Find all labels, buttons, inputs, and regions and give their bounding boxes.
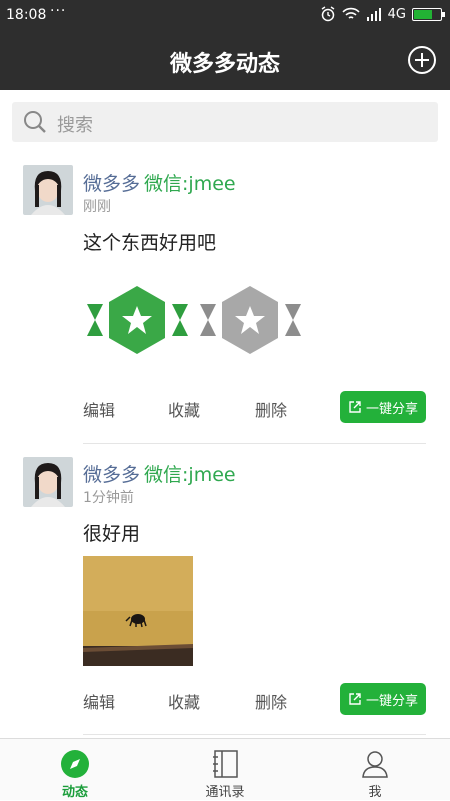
compass-icon bbox=[61, 750, 89, 778]
search-bar[interactable]: 搜索 bbox=[12, 102, 438, 142]
edit-button[interactable]: 编辑 bbox=[83, 689, 115, 713]
app-header: 微多多动态 bbox=[0, 32, 450, 90]
delete-button[interactable]: 删除 bbox=[255, 689, 287, 713]
share-button[interactable]: 一键分享 bbox=[340, 683, 426, 715]
post-image[interactable] bbox=[83, 556, 193, 666]
search-placeholder: 搜索 bbox=[57, 115, 93, 136]
post-time: 1分钟前 bbox=[83, 490, 134, 506]
search-icon bbox=[24, 111, 46, 133]
author-wechat: 微信:jmee bbox=[144, 464, 236, 486]
avatar[interactable] bbox=[23, 457, 73, 507]
post-divider bbox=[83, 443, 426, 444]
wifi-icon bbox=[342, 7, 360, 19]
author-name: 微多多 bbox=[83, 464, 141, 486]
badge-gray-icon[interactable] bbox=[198, 282, 303, 357]
post-text: 很好用 bbox=[83, 523, 141, 545]
status-icons: 4G bbox=[320, 6, 445, 22]
add-icon[interactable] bbox=[407, 45, 437, 75]
network-type: 4G bbox=[387, 6, 406, 22]
alarm-icon bbox=[321, 6, 335, 22]
signal-icon bbox=[366, 8, 381, 21]
post-author[interactable]: 微多多 微信:jmee bbox=[83, 460, 236, 487]
delete-button[interactable]: 删除 bbox=[255, 397, 287, 421]
user-icon bbox=[362, 751, 388, 778]
status-dots: ··· bbox=[50, 3, 67, 19]
badge-green-icon[interactable] bbox=[85, 282, 190, 357]
share-icon bbox=[349, 401, 361, 413]
favorite-button[interactable]: 收藏 bbox=[168, 689, 200, 713]
share-label: 一键分享 bbox=[365, 401, 418, 417]
post-time: 刚刚 bbox=[83, 199, 111, 215]
bottom-tab-bar: 动态 通讯录 我 bbox=[0, 738, 450, 800]
contacts-book-icon bbox=[213, 750, 238, 778]
tab-contacts[interactable]: 通讯录 bbox=[150, 739, 300, 801]
tab-me[interactable]: 我 bbox=[300, 739, 450, 801]
author-name: 微多多 bbox=[83, 173, 141, 195]
edit-button[interactable]: 编辑 bbox=[83, 397, 115, 421]
share-button[interactable]: 一键分享 bbox=[340, 391, 426, 423]
favorite-button[interactable]: 收藏 bbox=[168, 397, 200, 421]
page-title: 微多多动态 bbox=[169, 52, 280, 77]
avatar[interactable] bbox=[23, 165, 73, 215]
post-text: 这个东西好用吧 bbox=[83, 232, 217, 254]
status-time: 18:08 bbox=[6, 7, 47, 23]
share-icon bbox=[349, 693, 361, 705]
battery-icon bbox=[412, 7, 445, 21]
author-wechat: 微信:jmee bbox=[144, 173, 236, 195]
post-author[interactable]: 微多多 微信:jmee bbox=[83, 169, 236, 196]
tab-moments[interactable]: 动态 bbox=[0, 739, 150, 801]
status-bar: 18:08 ··· 4G bbox=[0, 0, 450, 32]
post-divider bbox=[83, 734, 426, 735]
tab-label: 我 bbox=[368, 785, 382, 800]
tab-label: 通讯录 bbox=[205, 785, 245, 800]
tab-label: 动态 bbox=[61, 785, 88, 800]
share-label: 一键分享 bbox=[365, 693, 418, 709]
